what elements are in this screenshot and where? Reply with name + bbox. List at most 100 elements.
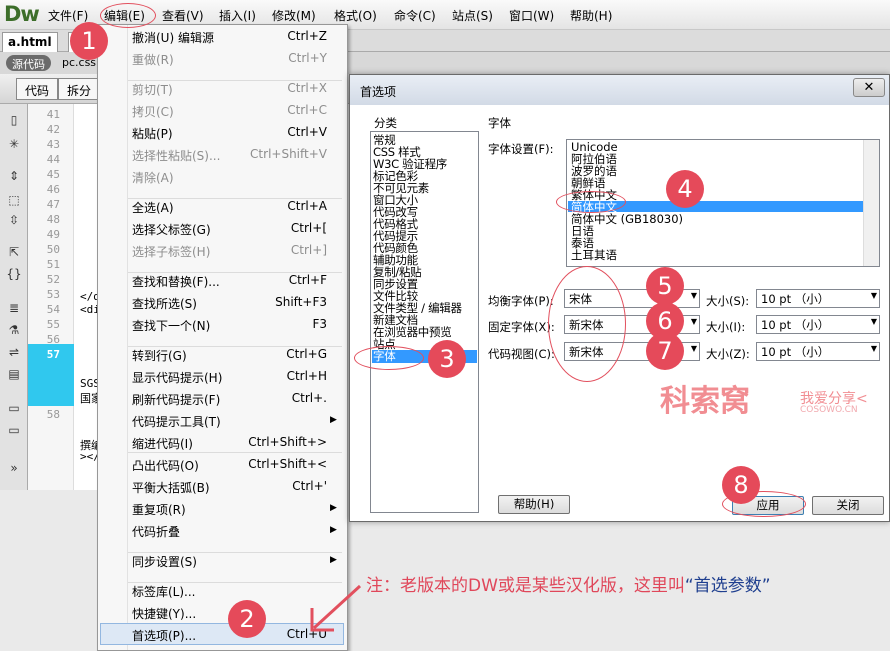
edit-menu-shortcut: Ctrl+[	[290, 221, 327, 235]
edit-menu-item: 重做(R)	[132, 53, 174, 67]
apply-comment-icon[interactable]: ▭	[6, 400, 22, 416]
edit-menu-item[interactable]: 首选项(P)...	[132, 627, 196, 644]
menu-format[interactable]: 格式(O)	[334, 7, 377, 24]
menu-insert[interactable]: 插入(I)	[219, 7, 256, 24]
font-setting-label: 字体设置(F):	[488, 142, 554, 156]
coding-toolbar: ▯ ✳ ⇕ ⬚ ⇳ ⇱ {} ≣ ⚗ ⇌ ▤ ▭ ▭ »	[0, 104, 28, 490]
show-code-navigator-icon[interactable]: ✳	[6, 136, 22, 152]
chevron-down-icon: ▼	[690, 317, 697, 326]
code-view-button[interactable]: 代码	[16, 78, 59, 100]
category-list[interactable]: 常规 CSS 样式 W3C 验证程序 标记色彩 不可见元素 窗口大小 代码改写 代码格式 代码提…	[370, 131, 479, 513]
line-numbers-icon[interactable]: ≣	[6, 300, 22, 316]
proportional-font-label: 均衡字体(P):	[488, 294, 554, 308]
expand-toolbar-icon[interactable]: »	[6, 460, 22, 476]
open-documents-icon[interactable]: ▯	[6, 112, 22, 128]
edit-menu-item[interactable]: 凸出代码(O)	[132, 457, 199, 474]
edit-menu-shortcut: Ctrl+A	[287, 199, 327, 213]
edit-menu-item: 拷贝(C)	[132, 105, 174, 119]
menu-window[interactable]: 窗口(W)	[509, 7, 554, 24]
edit-menu-item[interactable]: 平衡大括弧(B)	[132, 479, 210, 496]
step-badge: 2	[228, 600, 266, 638]
edit-menu-item[interactable]: 快捷键(Y)...	[132, 605, 196, 622]
close-button[interactable]: 关闭	[812, 496, 884, 515]
menu-view[interactable]: 查看(V)	[162, 7, 204, 24]
edit-menu-item[interactable]: 选择父标签(G)	[132, 221, 211, 238]
menu-modify[interactable]: 修改(M)	[272, 7, 316, 24]
edit-menu-item[interactable]: 查找下一个(N)	[132, 317, 210, 334]
line-number: 44	[46, 153, 60, 166]
step-badge: 7	[646, 332, 684, 370]
edit-menu-shortcut: F3	[312, 317, 327, 331]
submenu-arrow-icon: ▶	[330, 503, 337, 513]
font-setting-item[interactable]: 土耳其语	[571, 249, 617, 261]
edit-menu-item[interactable]: 查找和替换(F)...	[132, 273, 220, 290]
edit-menu-shortcut: Ctrl+Shift+<	[248, 457, 327, 471]
annotation-ring-edit-menu	[100, 3, 156, 28]
edit-menu-item[interactable]: 全选(A)	[132, 199, 174, 216]
edit-menu-item[interactable]: 重复项(R)	[132, 501, 186, 518]
edit-menu-item[interactable]: 查找所选(S)	[132, 295, 197, 312]
edit-menu-shortcut: Ctrl+Z	[287, 29, 327, 43]
edit-menu-shortcut: Shift+F3	[275, 295, 327, 309]
collapse-tag-icon[interactable]: ⇕	[6, 168, 22, 184]
tab-a-html[interactable]: a.html	[2, 32, 58, 52]
font-list-scrollbar[interactable]	[863, 140, 879, 266]
edit-menu-item[interactable]: 撤消(U) 编辑源	[132, 29, 214, 46]
annotation-ring-font-selects	[548, 266, 626, 382]
line-number: 45	[46, 168, 60, 181]
line-number: 52	[46, 273, 60, 286]
source-code-pill[interactable]: 源代码	[6, 55, 51, 71]
menu-separator	[128, 80, 342, 81]
edit-menu-shortcut: Ctrl+'	[292, 479, 327, 493]
balance-braces-icon[interactable]: {}	[6, 266, 22, 282]
edit-menu-shortcut: Ctrl+Y	[288, 51, 327, 65]
menu-separator	[128, 552, 342, 553]
watermark-logo: 科索窝	[660, 384, 750, 419]
size-label: 大小(I):	[706, 320, 746, 334]
edit-menu-item[interactable]: 代码折叠	[132, 523, 180, 540]
edit-menu-shortcut: Ctrl+F	[288, 273, 327, 287]
split-view-button[interactable]: 拆分	[58, 78, 101, 100]
edit-menu-item[interactable]: 粘贴(P)	[132, 125, 173, 142]
code-view-font-label: 代码视图(C):	[488, 347, 555, 361]
edit-menu-item[interactable]: 同步设置(S)	[132, 553, 197, 570]
menu-gutter-divider	[127, 25, 128, 650]
menu-site[interactable]: 站点(S)	[452, 7, 493, 24]
step-badge: 5	[646, 267, 684, 305]
close-icon[interactable]: ✕	[853, 78, 885, 97]
menu-separator	[128, 272, 342, 273]
line-number: 55	[46, 318, 60, 331]
submenu-arrow-icon: ▶	[330, 555, 337, 565]
fixed-size-select[interactable]: 10 pt （小） ▼	[756, 315, 880, 334]
remove-comment-icon[interactable]: ▭	[6, 422, 22, 438]
syntax-coloring-icon[interactable]: ▤	[6, 366, 22, 382]
edit-menu-item[interactable]: 代码提示工具(T)	[132, 413, 221, 430]
code-view-size-select[interactable]: 10 pt （小） ▼	[756, 342, 880, 361]
annotation-ring-font-category	[354, 346, 424, 370]
word-wrap-icon[interactable]: ⇌	[6, 344, 22, 360]
expand-all-icon[interactable]: ⇳	[6, 212, 22, 228]
menu-commands[interactable]: 命令(C)	[394, 7, 436, 24]
category-header: 分类	[374, 116, 397, 130]
line-number: 48	[46, 213, 60, 226]
line-number: 46	[46, 183, 60, 196]
edit-menu-item[interactable]: 显示代码提示(H)	[132, 369, 222, 386]
proportional-size-select[interactable]: 10 pt （小） ▼	[756, 289, 880, 308]
edit-menu-item[interactable]: 标签库(L)...	[132, 583, 196, 600]
menu-help[interactable]: 帮助(H)	[570, 7, 612, 24]
collapse-selection-icon[interactable]: ⬚	[6, 192, 22, 208]
edit-menu-shortcut: Ctrl+Shift+>	[248, 435, 327, 449]
highlight-invalid-code-icon[interactable]: ⚗	[6, 322, 22, 338]
submenu-arrow-icon: ▶	[330, 415, 337, 425]
line-number: 43	[46, 138, 60, 151]
edit-menu-item[interactable]: 转到行(G)	[132, 347, 187, 364]
line-number: 58	[46, 408, 60, 421]
edit-menu-item: 选择性粘贴(S)...	[132, 149, 221, 163]
menu-file[interactable]: 文件(F)	[48, 7, 88, 24]
edit-menu-item[interactable]: 刷新代码提示(F)	[132, 391, 220, 408]
edit-menu-shortcut: Ctrl+H	[286, 369, 327, 383]
help-button[interactable]: 帮助(H)	[498, 495, 570, 514]
select-parent-tag-icon[interactable]: ⇱	[6, 244, 22, 260]
edit-menu-item[interactable]: 缩进代码(I)	[132, 435, 193, 452]
step-badge: 1	[70, 22, 108, 60]
